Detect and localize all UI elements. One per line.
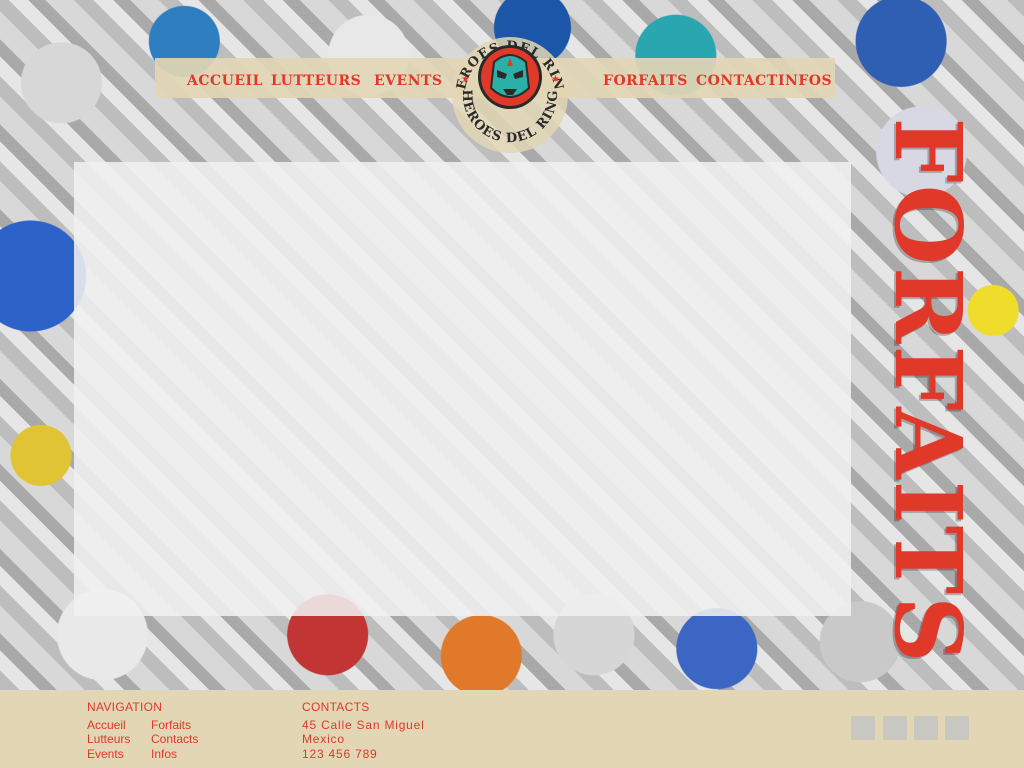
nav-infos[interactable]: INFOS xyxy=(778,70,832,92)
footer-address: 45 Calle San Miguel xyxy=(302,718,425,732)
social-icon-4[interactable] xyxy=(945,716,969,740)
footer-link-events[interactable]: Events xyxy=(87,747,124,761)
page-title: FORFAITS xyxy=(874,117,982,665)
footer-link-forfaits[interactable]: Forfaits xyxy=(151,718,191,732)
footer-link-infos[interactable]: Infos xyxy=(151,747,177,761)
footer-phone: 123 456 789 xyxy=(302,747,378,761)
svg-text:★: ★ xyxy=(551,74,560,85)
footer-navigation-heading: NAVIGATION xyxy=(87,700,163,714)
social-icon-2[interactable] xyxy=(883,716,907,740)
page-title-container: FORFAITS xyxy=(868,117,988,664)
footer-link-accueil[interactable]: Accueil xyxy=(87,718,126,732)
content-panel xyxy=(74,162,851,616)
social-icon-3[interactable] xyxy=(914,716,938,740)
footer-link-lutteurs[interactable]: Lutteurs xyxy=(87,732,130,746)
nav-forfaits[interactable]: FORFAITS xyxy=(603,70,688,92)
nav-contact[interactable]: CONTACT xyxy=(696,70,778,92)
nav-accueil[interactable]: ACCUEIL xyxy=(187,70,263,92)
footer-country: Mexico xyxy=(302,732,345,746)
nav-events[interactable]: EVENTS xyxy=(374,70,443,92)
luchador-mask-icon: HEROES DEL RING HEROES DEL RING ★ ★ xyxy=(440,21,568,153)
footer-link-contacts[interactable]: Contacts xyxy=(151,732,198,746)
social-icon-1[interactable] xyxy=(851,716,875,740)
svg-text:★: ★ xyxy=(461,74,470,85)
heroes-del-ring-logo[interactable]: HEROES DEL RING HEROES DEL RING ★ ★ xyxy=(440,21,573,158)
footer-contacts-heading: CONTACTS xyxy=(302,700,370,714)
nav-lutteurs[interactable]: LUTTEURS xyxy=(271,70,361,92)
